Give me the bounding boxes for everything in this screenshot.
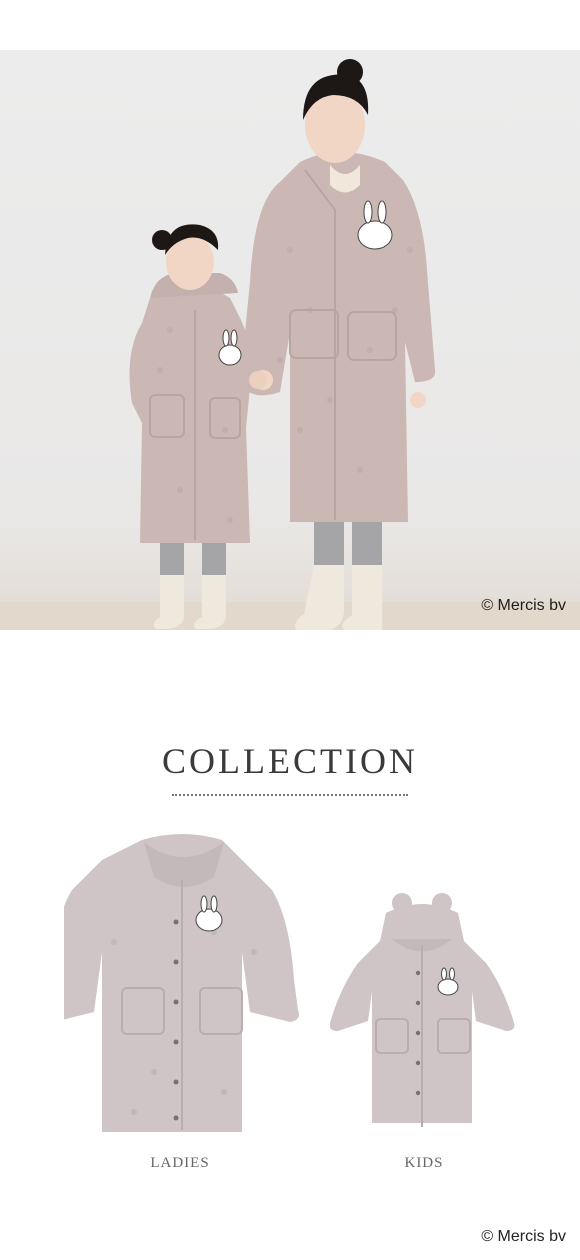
hero-photo [0, 50, 580, 630]
hero-illustration [129, 59, 436, 630]
hero-copyright-credit: © Mercis bv [481, 597, 566, 614]
product-kids-robe[interactable] [330, 893, 516, 1133]
held-hands [249, 371, 267, 389]
daughter-figure [129, 224, 252, 629]
label-ladies: LADIES [150, 1155, 210, 1171]
ladies-robe-image [64, 834, 299, 1132]
mother-figure [240, 59, 436, 630]
kids-robe-image [330, 893, 515, 1127]
dotted-divider [172, 794, 408, 796]
product-ladies-robe[interactable] [64, 832, 300, 1138]
footer-copyright-credit: © Mercis bv [481, 1228, 566, 1245]
collection-title: COLLECTION [162, 741, 418, 781]
label-kids: KIDS [404, 1155, 444, 1171]
